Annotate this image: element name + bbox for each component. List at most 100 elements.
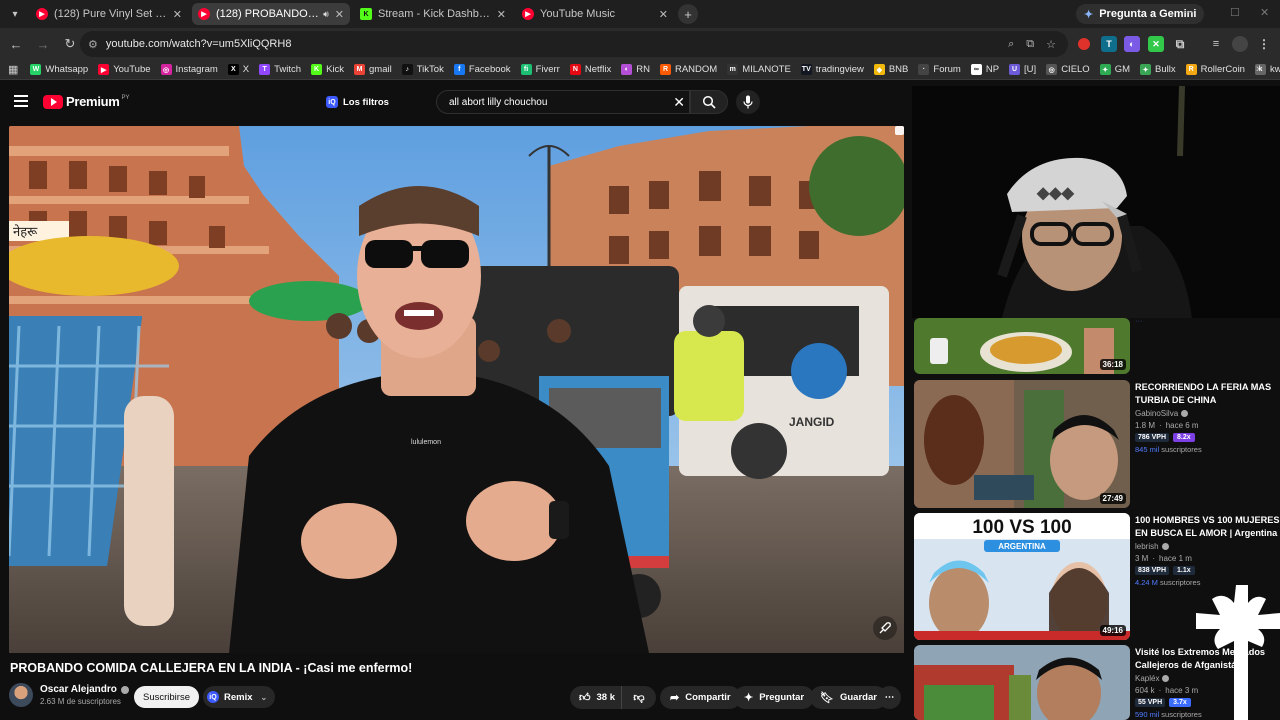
- recommendation-card-partial[interactable]: 36:18 ···: [914, 316, 1280, 374]
- rec-views: 1.8 M · hace 6 m: [1135, 421, 1199, 430]
- bookmark-item[interactable]: ♪ TikTok: [401, 64, 444, 75]
- search-input[interactable]: all abort lilly chouchou ✕: [436, 90, 690, 114]
- channel-avatar[interactable]: [9, 683, 33, 707]
- rec-channel[interactable]: lebrish: [1135, 542, 1280, 551]
- rec-title[interactable]: 100 HOMBRES VS 100 MUJERES EN BUSCA EL A…: [1135, 514, 1280, 539]
- vph-badge: 786 VPH: [1135, 433, 1170, 442]
- clear-search-icon[interactable]: ✕: [673, 94, 685, 111]
- rec-thumbnail-image: 100 VS 100 ARGENTINA: [914, 513, 1130, 640]
- share-button[interactable]: ➦ Compartir: [660, 686, 741, 709]
- forward-icon[interactable]: →: [31, 32, 55, 56]
- apps-grid-icon[interactable]: ▦: [8, 63, 18, 76]
- maximize-icon[interactable]: ☐: [1230, 6, 1240, 19]
- browser-tab[interactable]: ▶ YouTube Music ✕: [516, 3, 674, 25]
- bookmark-item[interactable]: N Netflix: [569, 64, 611, 75]
- bookmark-item[interactable]: m MILANOTE: [727, 64, 791, 75]
- kick-icon: K: [360, 8, 372, 20]
- youtube-premium-logo[interactable]: Premium PY: [43, 94, 130, 109]
- rec-thumbnail[interactable]: 27:49: [914, 380, 1130, 508]
- channel-name[interactable]: Oscar Alejandro: [40, 684, 129, 695]
- svg-text:◆◆◆: ◆◆◆: [1036, 185, 1075, 202]
- cast-icon[interactable]: ⧉: [1026, 38, 1034, 51]
- video-duration: 49:16: [1099, 625, 1126, 636]
- bookmark-item[interactable]: ◎ Instagram: [160, 64, 218, 75]
- browser-tab[interactable]: ▶ (128) Pure Vinyl Set 25 (Classic ✕: [30, 3, 188, 25]
- bookmark-item[interactable]: ◐ RN: [621, 64, 650, 75]
- ask-button[interactable]: ✦ Preguntar: [734, 686, 815, 709]
- minimize-icon[interactable]: —: [1183, 6, 1194, 18]
- dislike-button[interactable]: 👎︎: [622, 691, 656, 704]
- bookmark-item[interactable]: ◎ CIELO: [1046, 64, 1090, 75]
- site-info-icon[interactable]: ⚙: [88, 38, 98, 51]
- back-icon[interactable]: ←: [4, 32, 28, 56]
- record-extension-icon[interactable]: [1078, 38, 1090, 50]
- more-actions-button[interactable]: ⋯: [878, 686, 901, 709]
- reload-icon[interactable]: ↻: [58, 32, 82, 56]
- browser-tab[interactable]: K Stream - Kick Dashboard ✕: [354, 3, 512, 25]
- rec-thumbnail[interactable]: 100 VS 100 ARGENTINA 49:16: [914, 513, 1130, 640]
- bookmark-item[interactable]: U [U]: [1009, 64, 1036, 75]
- chrome-menu-icon[interactable]: ⋮: [1256, 36, 1272, 52]
- profile-avatar[interactable]: [1232, 36, 1248, 52]
- recommendation-card[interactable]: 27:49 RECORRIENDO LA FERIA MAS TURBIA DE…: [914, 380, 1280, 508]
- extension-icon[interactable]: T: [1101, 36, 1117, 52]
- rec-thumbnail[interactable]: 36:18: [914, 318, 1130, 374]
- bookmark-item[interactable]: K Kick: [311, 64, 344, 75]
- close-tab-icon[interactable]: ✕: [335, 8, 344, 21]
- rec-title[interactable]: RECORRIENDO LA FERIA MAS TURBIA DE CHINA: [1135, 381, 1280, 406]
- bookmark-item[interactable]: ▶ YouTube: [98, 64, 151, 75]
- extension-icon[interactable]: ✕: [1148, 36, 1164, 52]
- bookmark-item[interactable]: R RollerCoin: [1185, 64, 1245, 75]
- search-button[interactable]: [690, 90, 728, 114]
- media-icon[interactable]: ≡: [1208, 36, 1224, 52]
- close-window-icon[interactable]: ✕: [1260, 6, 1269, 19]
- bookmark-item[interactable]: ✦ Bullx: [1140, 64, 1176, 75]
- bookmark-star-icon[interactable]: ☆: [1046, 38, 1056, 51]
- bookmark-item[interactable]: · Forum: [918, 64, 961, 75]
- extension-icon[interactable]: ◐: [1124, 36, 1140, 52]
- url-text[interactable]: youtube.com/watch?v=um5XliQQRH8: [106, 38, 1008, 50]
- remix-button[interactable]: iQ Remix ⌄: [203, 686, 276, 708]
- menu-icon[interactable]: [14, 95, 28, 110]
- rec-channel[interactable]: GabinoSilva: [1135, 409, 1280, 418]
- bookmark-item[interactable]: R RANDOM: [659, 64, 717, 75]
- bookmark-item[interactable]: W Whatsapp: [30, 64, 88, 75]
- bookmark-item[interactable]: T Twitch: [259, 64, 301, 75]
- filters-button[interactable]: iQ Los filtros: [326, 92, 389, 112]
- bookmark-item[interactable]: Mgmail: [354, 64, 392, 75]
- rec-thumbnail-image: [914, 380, 1130, 508]
- close-tab-icon[interactable]: ✕: [497, 8, 506, 21]
- vehicle-sign: JANGID: [789, 415, 835, 429]
- bookmark-item[interactable]: ◆ BNB: [873, 64, 908, 75]
- tab-search-icon[interactable]: ▾: [4, 3, 26, 25]
- rec-thumbnail[interactable]: [914, 645, 1130, 720]
- bookmark-item[interactable]: ∞ NP: [970, 64, 999, 75]
- save-button[interactable]: 🔖︎ Guardar: [810, 686, 887, 709]
- microphone-icon: [743, 95, 753, 109]
- webcam-overlay: ◆◆◆: [912, 86, 1280, 318]
- bookmark-item[interactable]: ✦ GM: [1099, 64, 1131, 75]
- more-bookmarks-icon[interactable]: »: [1256, 63, 1262, 75]
- miniplayer-button[interactable]: [873, 616, 897, 640]
- channel-block[interactable]: Oscar Alejandro 2.63 M de suscriptores: [9, 683, 129, 707]
- thumbs-down-icon: 👎︎: [633, 692, 645, 704]
- subscribe-button[interactable]: Suscribirse: [134, 686, 199, 708]
- extensions-puzzle-icon[interactable]: ⧉: [1172, 36, 1188, 52]
- address-bar[interactable]: ⚙ youtube.com/watch?v=um5XliQQRH8 ⌕ ⧉ ☆: [80, 31, 1068, 57]
- bookmark-item[interactable]: f Facebook: [453, 64, 511, 75]
- new-tab-button[interactable]: +: [678, 4, 698, 24]
- close-tab-icon[interactable]: ✕: [173, 8, 182, 21]
- bookmark-item[interactable]: fi Fiverr: [520, 64, 560, 75]
- like-button[interactable]: 👍︎ 38 k: [570, 686, 622, 709]
- close-tab-icon[interactable]: ✕: [659, 8, 668, 21]
- bookmark-label: GM: [1114, 64, 1131, 75]
- bookmark-item[interactable]: XX: [227, 64, 250, 75]
- bookmark-label: X: [242, 64, 250, 75]
- zoom-icon[interactable]: ⌕: [1008, 38, 1014, 51]
- rec-thumbnail-image: [914, 645, 1130, 720]
- browser-tab[interactable]: ▶ (128) PROBANDO COMIDA 🔊︎ ✕: [192, 3, 350, 25]
- video-player[interactable]: नेहरू JANGID lululemon: [9, 126, 904, 653]
- speaker-icon[interactable]: 🔊︎: [323, 9, 329, 20]
- voice-search-button[interactable]: [736, 90, 760, 114]
- bookmark-item[interactable]: TV tradingview: [800, 64, 864, 75]
